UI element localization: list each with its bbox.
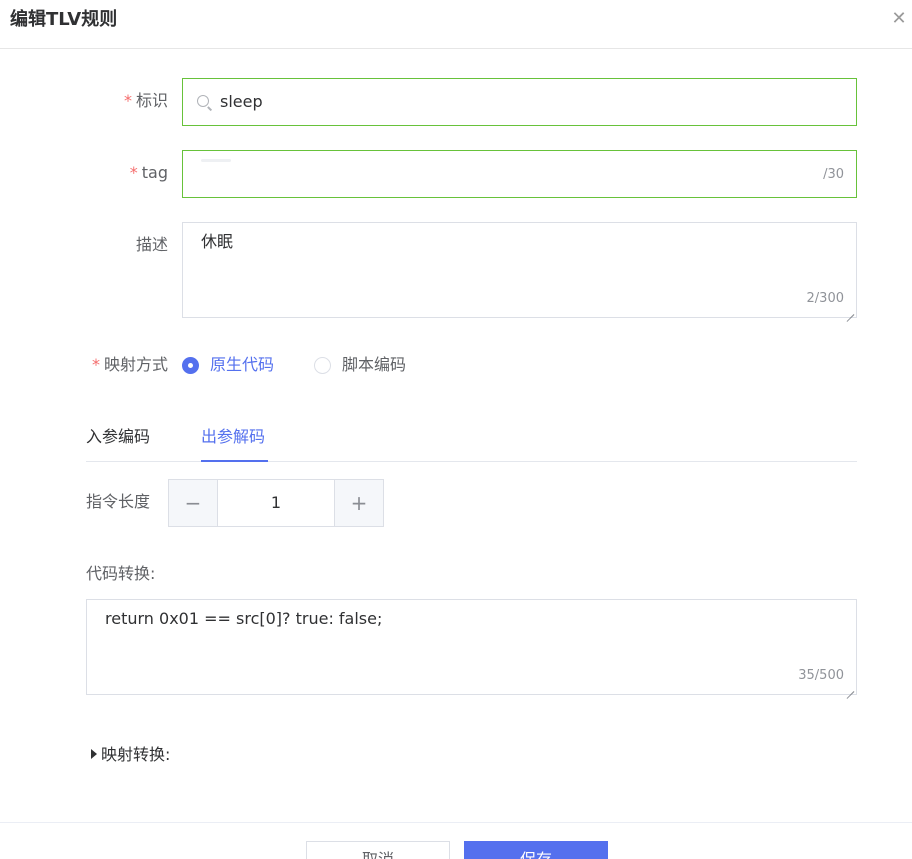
radio-script-encoding-label: 脚本编码	[342, 355, 407, 374]
required-mark: *	[123, 91, 132, 110]
code-conversion-label: 代码转换:	[86, 564, 156, 583]
caret-right-icon	[91, 749, 97, 759]
radio-native-code[interactable]: 原生代码	[182, 355, 292, 375]
mapping-conversion-toggle[interactable]: 映射转换:	[91, 745, 170, 765]
code-conversion-textarea[interactable]: return 0x01 == src[0]? true: false; 35/5…	[86, 599, 857, 695]
description-value: 休眠	[201, 232, 234, 251]
identifier-input[interactable]: sleep	[182, 78, 857, 126]
identifier-value: sleep	[220, 92, 263, 111]
save-button[interactable]: 保存	[464, 841, 608, 859]
tag-label: * tag	[120, 163, 168, 183]
mapping-mode-label: * 映射方式	[80, 355, 168, 375]
radio-script-encoding[interactable]: 脚本编码	[314, 355, 424, 375]
code-conversion-char-counter: 35/500	[798, 668, 844, 683]
mapping-conversion-label: 映射转换:	[101, 745, 171, 764]
tab-input-encoding[interactable]: 入参编码	[86, 427, 150, 447]
description-label: 描述	[135, 235, 168, 254]
increment-button[interactable]: +	[334, 480, 383, 526]
code-tabs: 入参编码 出参解码	[86, 420, 857, 462]
radio-checked-icon	[182, 357, 199, 374]
radio-native-code-label: 原生代码	[210, 355, 275, 374]
tag-input[interactable]: /30	[182, 150, 857, 198]
radio-unchecked-icon	[314, 357, 331, 374]
resize-handle[interactable]	[846, 307, 854, 315]
input-placeholder-smudge	[201, 159, 231, 162]
required-mark: *	[129, 163, 138, 182]
edit-tlv-rule-dialog: 编辑TLV规则 ✕ * 标识 sleep * tag /30 描述 休眠 2/300…	[0, 0, 912, 859]
identifier-label: * 标识	[120, 91, 168, 111]
command-length-label: 指令长度	[86, 492, 151, 511]
active-tab-indicator	[201, 460, 268, 462]
code-conversion-value: return 0x01 == src[0]? true: false;	[105, 609, 383, 628]
tab-output-decoding[interactable]: 出参解码	[201, 427, 265, 447]
resize-handle[interactable]	[846, 684, 854, 692]
cancel-button[interactable]: 取消	[306, 841, 450, 859]
tag-char-counter: /30	[823, 167, 844, 182]
description-char-counter: 2/300	[806, 291, 844, 306]
search-icon	[197, 95, 209, 107]
close-icon[interactable]: ✕	[890, 10, 908, 28]
tag-label-text: tag	[141, 163, 168, 182]
mapping-mode-label-text: 映射方式	[103, 355, 168, 374]
command-length-input[interactable]: 1	[219, 493, 333, 513]
required-mark: *	[91, 355, 100, 374]
decrement-button[interactable]: −	[169, 480, 218, 526]
description-textarea[interactable]: 休眠 2/300	[182, 222, 857, 318]
footer-divider	[0, 822, 912, 823]
identifier-label-text: 标识	[135, 91, 168, 110]
command-length-stepper: − 1 +	[168, 479, 384, 527]
dialog-title: 编辑TLV规则	[10, 9, 118, 30]
dialog-header: 编辑TLV规则 ✕	[0, 0, 912, 49]
